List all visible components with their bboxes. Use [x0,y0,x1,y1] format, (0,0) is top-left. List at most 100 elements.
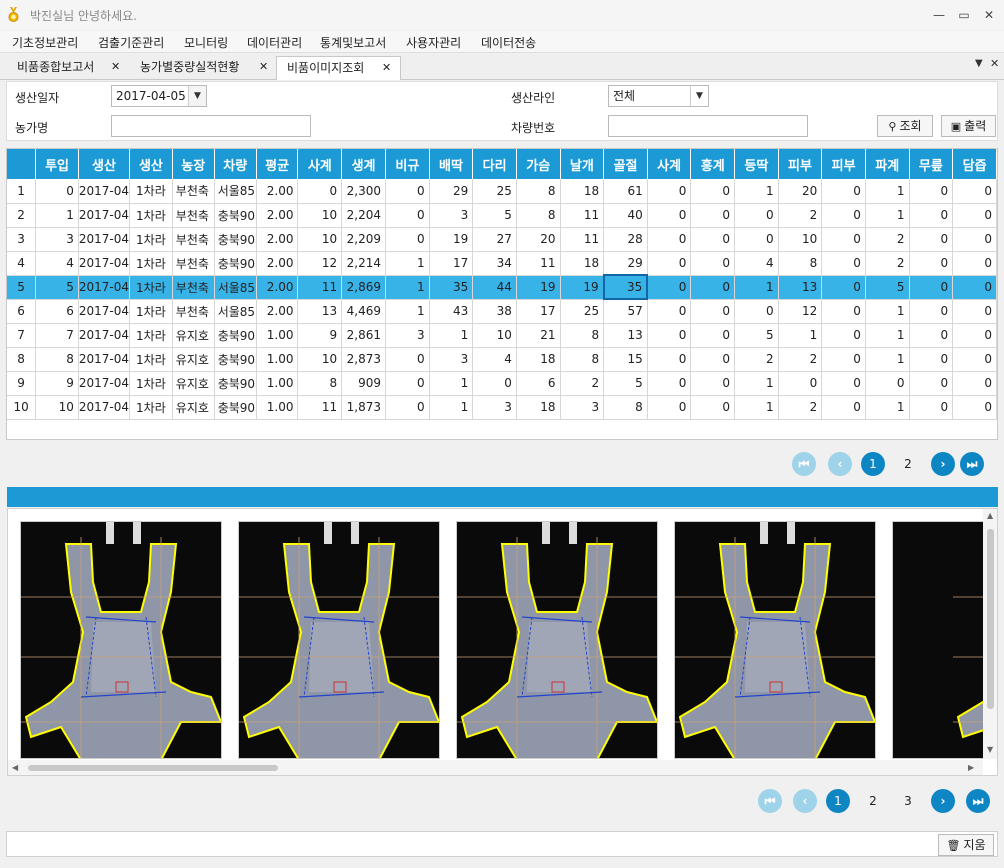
table-cell[interactable]: 2 [778,347,823,372]
table-cell[interactable]: 18 [560,251,605,276]
table-cell[interactable]: 5 [7,275,37,300]
table-row[interactable]: 9 9 2017-04 1차라 유지호 충북90 1.00 8 909 0 1 0 6 2 5 0 0 1 0 0 0 0… [7,371,997,396]
column-header[interactable]: 사계 [297,149,343,179]
table-cell[interactable]: 25 [560,299,605,324]
table-cell[interactable]: 10 [35,395,79,420]
table-cell[interactable]: 28 [603,227,648,252]
table-cell[interactable]: 1 [385,275,430,300]
table-cell[interactable]: 1 [734,275,779,300]
table-cell[interactable]: 8 [560,323,605,348]
table-cell[interactable]: 0 [952,275,997,300]
table-cell[interactable]: 18 [516,395,561,420]
chevron-down-icon[interactable]: ▼ [188,86,206,106]
column-header[interactable]: 생산 [129,149,173,179]
table-cell[interactable]: 충북90 [214,395,257,420]
table-cell[interactable]: 0 [909,203,954,228]
page-1-button[interactable]: 1 [826,789,850,813]
last-page-icon[interactable]: ⏭ [966,789,990,813]
table-cell[interactable]: 57 [603,299,648,324]
table-cell[interactable]: 0 [909,395,954,420]
table-cell[interactable]: 2,861 [341,323,387,348]
table-cell[interactable]: 0 [385,179,430,204]
table-cell[interactable]: 2 [778,203,823,228]
table-cell[interactable]: 0 [952,299,997,324]
table-cell[interactable]: 1차라 [129,203,173,228]
table-cell[interactable]: 0 [952,203,997,228]
table-cell[interactable]: 0 [690,227,736,252]
clear-button[interactable]: 🗑 지움 [938,834,994,856]
table-cell[interactable]: 0 [909,251,954,276]
tab-list-dropdown-icon[interactable]: ▼ [975,58,983,69]
table-cell[interactable]: 1 [429,323,474,348]
table-cell[interactable]: 0 [821,179,866,204]
previous-page-icon[interactable]: ‹ [793,789,817,813]
table-cell[interactable]: 5 [603,371,648,396]
minimize-button[interactable]: — [928,5,950,25]
table-cell[interactable]: 0 [690,179,736,204]
scroll-down-icon[interactable]: ▼ [987,745,993,754]
table-cell[interactable]: 12 [778,299,823,324]
table-cell[interactable]: 2 [734,347,779,372]
table-cell[interactable]: 34 [472,251,517,276]
column-header[interactable]: 사계 [647,149,692,179]
table-cell[interactable]: 0 [690,395,736,420]
column-header[interactable]: 파계 [865,149,910,179]
table-cell[interactable]: 0 [952,371,997,396]
table-cell[interactable]: 1 [865,323,910,348]
table-cell[interactable]: 충북90 [214,251,257,276]
menu-data-transfer[interactable]: 데이터전송 [481,34,536,51]
table-cell[interactable]: 0 [647,179,692,204]
table-cell[interactable]: 0 [647,203,692,228]
table-cell[interactable]: 0 [690,371,736,396]
table-cell[interactable]: 0 [385,395,430,420]
table-row[interactable]: 6 6 2017-04 1차라 부천축 서울85 2.00 13 4,469 1 43 38 17 25 5… [7,299,997,324]
table-cell[interactable]: 6 [35,299,79,324]
table-cell[interactable]: 0 [952,227,997,252]
column-header[interactable]: 농장 [172,149,215,179]
table-cell[interactable]: 13 [778,275,823,300]
table-cell[interactable]: 1차라 [129,299,173,324]
table-cell[interactable]: 0 [690,299,736,324]
table-cell[interactable]: 0 [821,227,866,252]
menu-detection-criteria[interactable]: 검출기준관리 [98,34,164,51]
table-cell[interactable]: 0 [647,323,692,348]
table-cell[interactable]: 서울85 [214,275,257,300]
table-cell[interactable]: 0 [734,299,779,324]
table-cell[interactable]: 0 [909,227,954,252]
table-cell[interactable]: 7 [35,323,79,348]
table-cell[interactable]: 서울85 [214,179,257,204]
table-cell[interactable]: 40 [603,203,648,228]
table-cell[interactable]: 0 [952,347,997,372]
table-cell[interactable]: 5 [35,275,79,300]
table-cell[interactable]: 2017-04 [78,323,131,348]
table-cell[interactable]: 4 [35,251,79,276]
table-row[interactable]: 3 3 2017-04 1차라 부천축 충북90 2.00 10 2,209 0 19 27 20 11 2… [7,227,997,252]
table-cell[interactable]: 0 [385,347,430,372]
table-cell[interactable]: 2017-04 [78,347,131,372]
next-page-icon[interactable]: › [931,452,955,476]
table-cell[interactable]: 2017-04 [78,275,131,300]
table-cell[interactable]: 2 [778,395,823,420]
table-cell[interactable]: 7 [7,323,37,348]
table-cell[interactable]: 2,869 [341,275,387,300]
table-cell[interactable]: 1차라 [129,179,173,204]
table-cell[interactable]: 9 [35,371,79,396]
table-cell[interactable]: 1 [7,179,37,204]
table-cell[interactable]: 1 [429,371,474,396]
table-cell[interactable]: 3 [560,395,605,420]
table-cell[interactable]: 43 [429,299,474,324]
table-cell[interactable]: 1차라 [129,395,173,420]
table-cell[interactable]: 2017-04 [78,251,131,276]
table-cell[interactable]: 0 [647,395,692,420]
table-cell[interactable]: 0 [865,371,910,396]
table-cell[interactable]: 1 [865,395,910,420]
table-cell[interactable]: 2017-04 [78,299,131,324]
table-cell[interactable]: 0 [647,299,692,324]
table-cell[interactable]: 10 [297,203,343,228]
column-header[interactable]: 피부 [821,149,866,179]
table-cell[interactable]: 1.00 [256,323,299,348]
table-cell[interactable]: 8 [603,395,648,420]
table-cell[interactable]: 1차라 [129,275,173,300]
table-cell[interactable]: 2017-04 [78,203,131,228]
menu-basic-info[interactable]: 기초정보관리 [12,34,78,51]
